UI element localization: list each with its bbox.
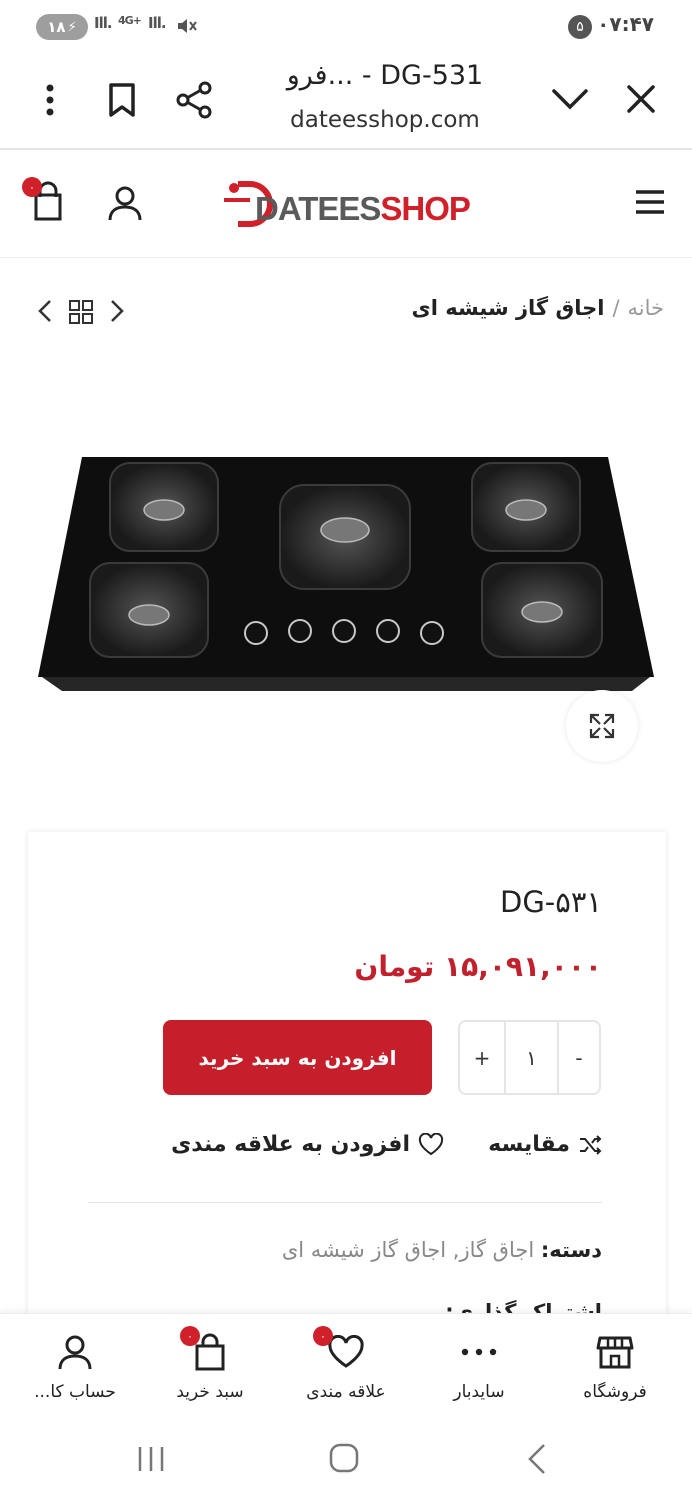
qty-input[interactable]: ۱ xyxy=(504,1022,559,1093)
breadcrumb-separator: / xyxy=(612,296,620,320)
logo-text-red: SHOP xyxy=(380,190,471,227)
nav-account-label: حساب کا... xyxy=(34,1382,116,1402)
breadcrumb: خانه / اجاق گاز شیشه ای xyxy=(412,296,664,320)
breadcrumb-current[interactable]: اجاق گاز شیشه ای xyxy=(412,296,605,320)
compare-label: مقایسه xyxy=(488,1132,570,1157)
user-icon[interactable] xyxy=(106,184,144,222)
shuffle-icon xyxy=(580,1134,602,1155)
next-product-icon[interactable] xyxy=(108,298,126,324)
grid-icon[interactable] xyxy=(69,300,93,324)
wishlist-label: افزودن به علاقه مندی xyxy=(171,1132,410,1157)
cart-count-badge: ۰ xyxy=(22,177,42,197)
signal-icon: Ill. xyxy=(94,14,113,32)
signal-icon-2: Ill. xyxy=(148,14,167,32)
product-title: DG-۵۳۱ xyxy=(500,885,602,919)
expand-icon xyxy=(589,713,615,739)
quantity-stepper: + ۱ - xyxy=(458,1020,601,1095)
battery-level: ۱۸ xyxy=(47,18,66,36)
cart-icon: ۰ xyxy=(180,1326,228,1372)
qty-increase-button[interactable]: + xyxy=(460,1022,504,1093)
more-vert-icon[interactable] xyxy=(40,82,60,118)
notification-badge: ۵ xyxy=(568,15,592,39)
logo-text-dark: DATEES xyxy=(255,190,381,227)
menu-icon[interactable] xyxy=(634,188,666,216)
category-links[interactable]: اجاق گاز, اجاق گاز شیشه ای xyxy=(282,1238,534,1262)
cart-icon[interactable]: ۰ xyxy=(20,177,72,223)
charging-icon: ⚡ xyxy=(67,19,77,35)
bottom-navigation: فروشگاه سایدبار ۰ علاقه مندی ۰ سبد خرید … xyxy=(0,1313,692,1420)
close-icon[interactable] xyxy=(624,82,658,116)
browser-bar: فرو... - DG-531 dateesshop.com xyxy=(0,52,692,150)
nav-wishlist-label: علاقه مندی xyxy=(306,1382,386,1402)
page-title: فرو... - DG-531 xyxy=(286,60,484,91)
user-icon xyxy=(56,1332,94,1372)
prev-product-icon[interactable] xyxy=(36,298,54,324)
nav-sidebar-label: سایدبار xyxy=(453,1382,505,1402)
heart-icon xyxy=(418,1132,444,1155)
site-logo[interactable]: DATEESSHOP xyxy=(255,190,471,228)
breadcrumb-home[interactable]: خانه xyxy=(628,296,664,320)
add-to-cart-button[interactable]: افزودن به سبد خرید xyxy=(163,1020,432,1095)
recent-apps-icon[interactable] xyxy=(136,1444,166,1474)
nav-wishlist[interactable]: ۰ علاقه مندی xyxy=(277,1314,415,1421)
home-icon[interactable] xyxy=(328,1442,360,1474)
divider xyxy=(88,1202,602,1203)
product-image[interactable] xyxy=(36,455,656,695)
network-type: 4G+ xyxy=(118,14,142,27)
category-label: دسته: xyxy=(540,1238,602,1262)
url-text[interactable]: dateesshop.com xyxy=(200,107,570,133)
product-price: ۱۵,۰۹۱,۰۰۰ تومان xyxy=(354,950,602,983)
qty-decrease-button[interactable]: - xyxy=(559,1022,599,1093)
wishlist-link[interactable]: افزودن به علاقه مندی xyxy=(171,1132,444,1157)
battery-indicator: ۱۸ ⚡ xyxy=(36,14,88,40)
store-icon xyxy=(596,1332,634,1372)
nav-shop[interactable]: فروشگاه xyxy=(546,1314,684,1421)
nav-shop-label: فروشگاه xyxy=(583,1382,647,1402)
nav-cart[interactable]: ۰ سبد خرید xyxy=(141,1314,279,1421)
cart-count-badge-nav: ۰ xyxy=(180,1326,200,1346)
mute-icon xyxy=(176,16,198,36)
site-header: ۰ DATEESSHOP xyxy=(0,152,692,258)
nav-cart-label: سبد خرید xyxy=(176,1382,244,1402)
heart-icon: ۰ xyxy=(313,1326,365,1372)
nav-account[interactable]: حساب کا... xyxy=(6,1314,144,1421)
system-navigation-bar xyxy=(0,1420,692,1500)
product-categories: دسته: اجاق گاز, اجاق گاز شیشه ای xyxy=(282,1238,602,1262)
bookmark-icon[interactable] xyxy=(106,82,138,118)
expand-image-button[interactable] xyxy=(566,690,638,762)
nav-sidebar[interactable]: سایدبار xyxy=(410,1314,548,1421)
compare-link[interactable]: مقایسه xyxy=(488,1132,602,1157)
back-icon[interactable] xyxy=(526,1442,548,1476)
chevron-down-icon[interactable] xyxy=(550,86,590,112)
dots-icon xyxy=(459,1332,499,1372)
clock: ۰۷:۴۷ xyxy=(597,12,654,36)
wishlist-count-badge: ۰ xyxy=(313,1326,333,1346)
status-bar: ۱۸ ⚡ Ill. 4G+ Ill. ۵ ۰۷:۴۷ xyxy=(0,0,692,52)
